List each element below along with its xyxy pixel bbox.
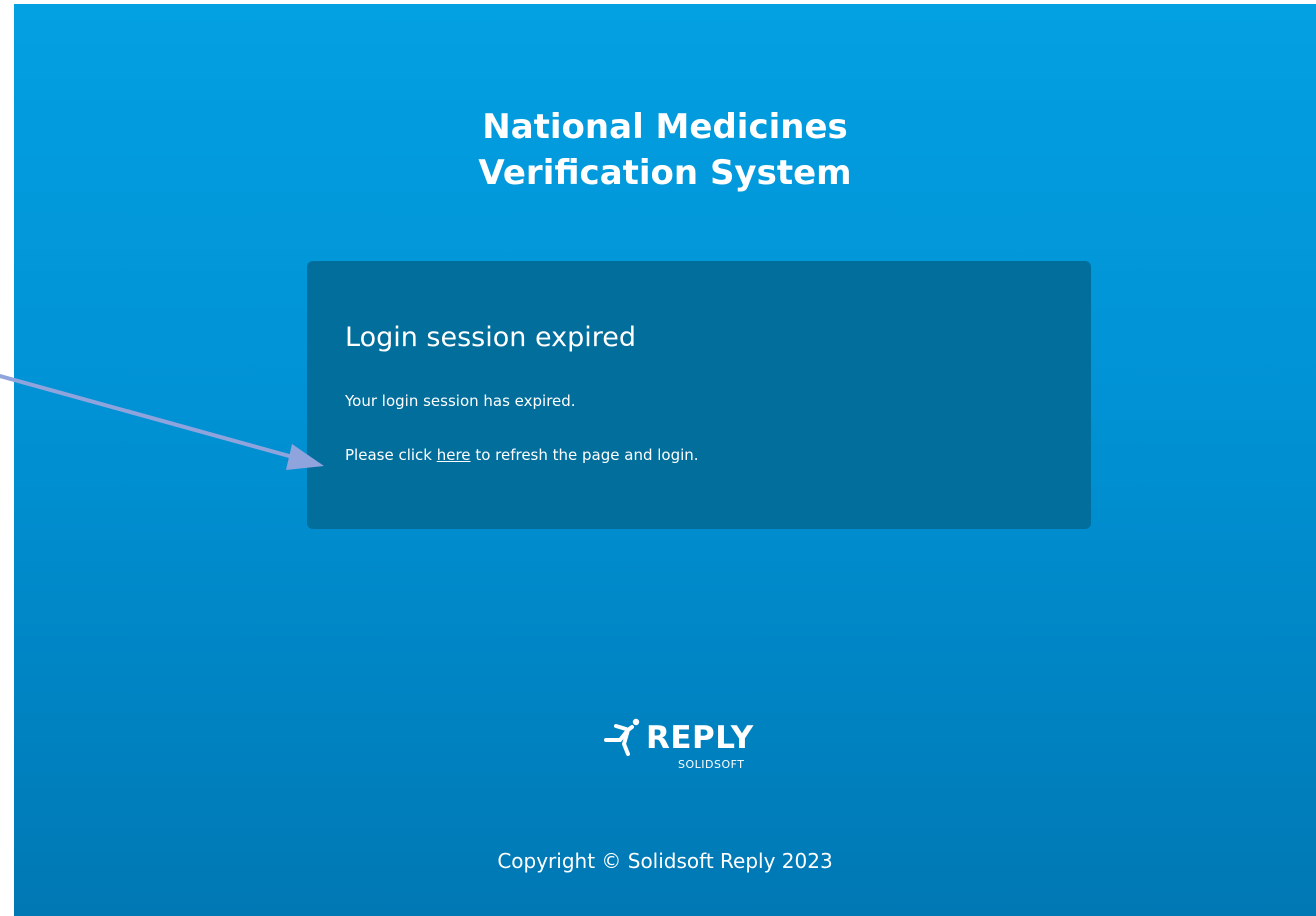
page-title-line2: Verification System xyxy=(478,153,852,193)
page-title: National Medicines Verification System xyxy=(14,104,1316,196)
copyright-text: Copyright © Solidsoft Reply 2023 xyxy=(497,849,833,873)
login-expired-page: National Medicines Verification System L… xyxy=(14,4,1316,916)
logo-wordmark: REPLY xyxy=(646,720,754,756)
refresh-instructions: Please click here to refresh the page an… xyxy=(345,445,699,465)
reply-logo: REPLY SOLIDSOFT xyxy=(602,714,792,780)
session-expired-text: Your login session has expired. xyxy=(345,392,576,410)
logo-subtext: SOLIDSOFT xyxy=(678,758,745,771)
session-expired-card: Login session expired Your login session… xyxy=(307,261,1091,529)
refresh-link[interactable]: here xyxy=(437,446,471,464)
refresh-instructions-suffix: to refresh the page and login. xyxy=(470,446,699,464)
running-figure-icon xyxy=(604,718,640,756)
page-title-line1: National Medicines xyxy=(482,107,848,147)
refresh-instructions-prefix: Please click xyxy=(345,446,437,464)
card-heading: Login session expired xyxy=(345,322,636,353)
